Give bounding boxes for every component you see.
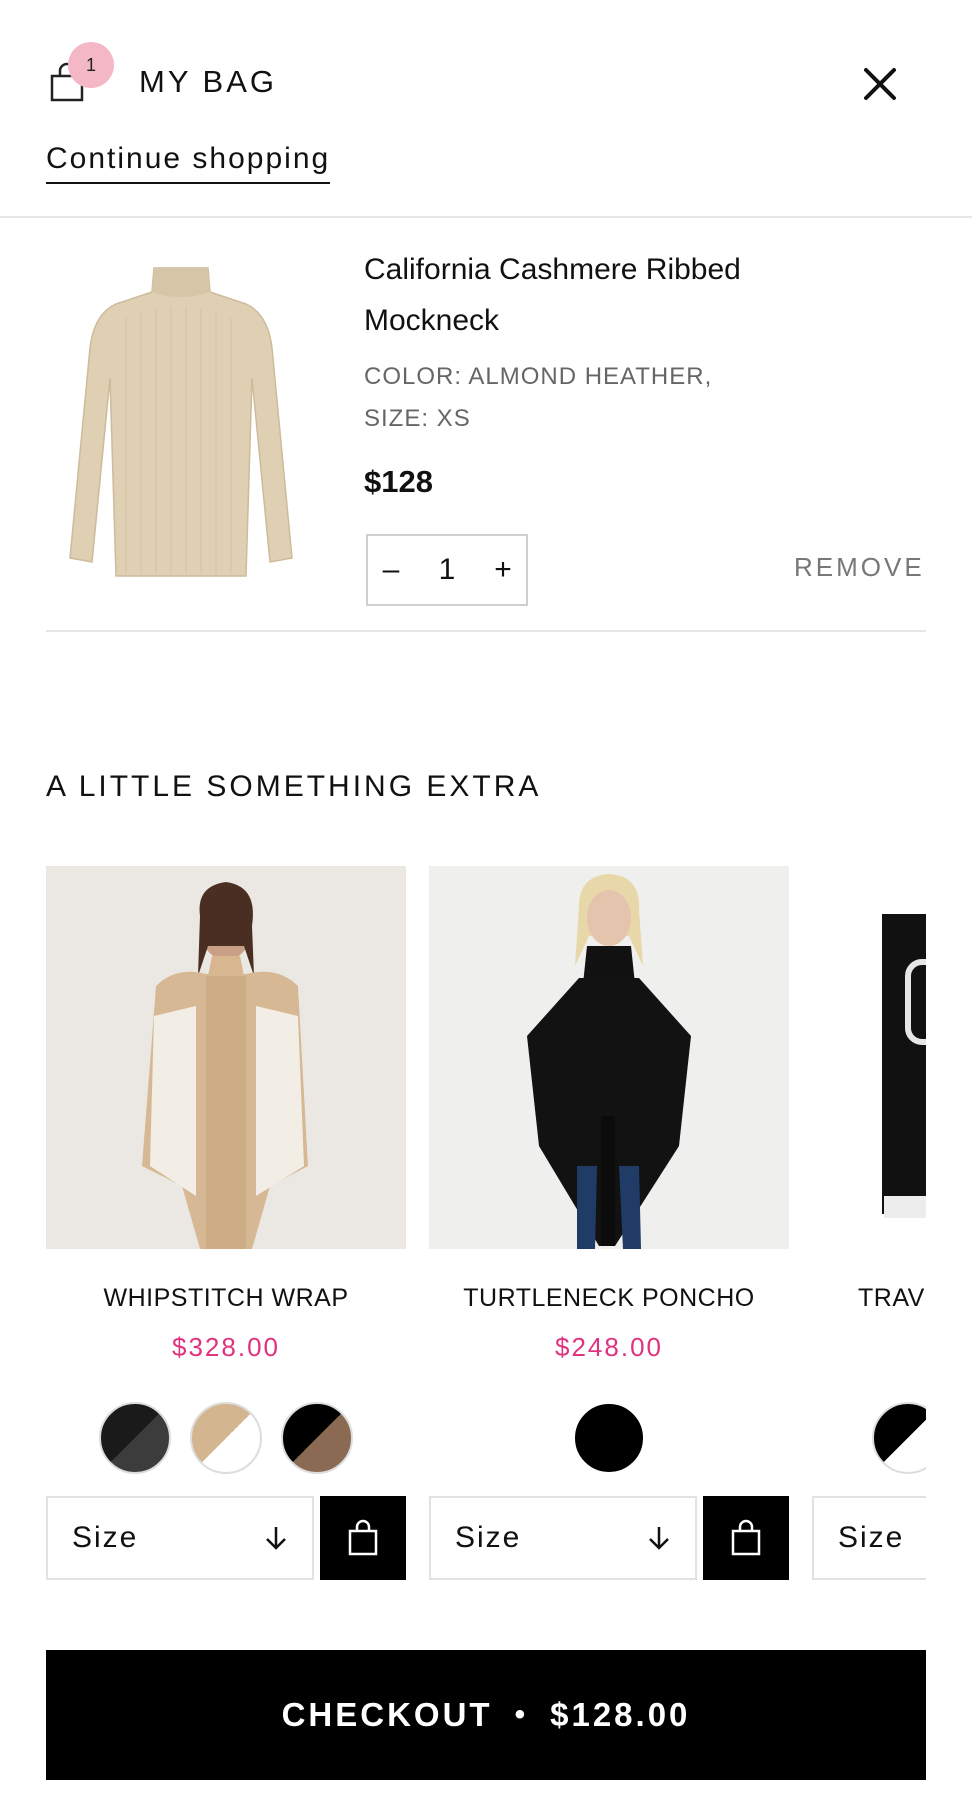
color-swatches (429, 1402, 789, 1474)
cart-item-name[interactable]: California Cashmere Ribbed Mockneck (364, 244, 884, 346)
swatch-black[interactable] (573, 1402, 645, 1474)
cart-item-color: COLOR: ALMOND HEATHER, (364, 363, 713, 390)
cart-item-size: SIZE: XS (364, 405, 471, 432)
decrease-quantity-button[interactable]: – (368, 536, 414, 604)
upsell-carousel[interactable]: WHIPSTITCH WRAP $328.00 Size TURTLENECK … (46, 866, 926, 1586)
add-to-bag-button[interactable] (320, 1496, 406, 1580)
checkout-total: $128.00 (550, 1696, 691, 1733)
close-icon[interactable] (858, 62, 902, 106)
arrow-down-icon (266, 1527, 286, 1550)
swatch-camel-white[interactable] (190, 1402, 262, 1474)
size-select-label: Size (72, 1521, 139, 1554)
size-select[interactable]: Size (429, 1496, 697, 1580)
size-select[interactable]: Size (46, 1496, 314, 1580)
product-price: $328.00 (172, 1332, 280, 1362)
mockneck-sweater-image[interactable] (46, 258, 316, 578)
shopping-bag-icon (731, 1519, 761, 1556)
cart-item: California Cashmere Ribbed Mockneck COLO… (46, 236, 926, 632)
remove-item-button[interactable]: REMOVE (794, 552, 925, 583)
size-select-label: Size (838, 1521, 905, 1554)
swatch-black-charcoal[interactable] (99, 1402, 171, 1474)
continue-shopping-link[interactable]: Continue shopping (46, 142, 331, 184)
color-swatches (812, 1402, 926, 1474)
size-select[interactable]: Size (812, 1496, 926, 1580)
swatch-black-white[interactable] (872, 1402, 926, 1474)
product-card: WHIPSTITCH WRAP $328.00 Size (46, 866, 406, 1586)
swatch-black-brown[interactable] (281, 1402, 353, 1474)
whipstitch-wrap-image[interactable] (46, 866, 406, 1249)
product-card: TRAV Size (812, 866, 926, 1586)
product-card: TURTLENECK PONCHO $248.00 Size (429, 866, 789, 1586)
cart-count-badge: 1 (68, 42, 114, 88)
product-name[interactable]: TURTLENECK PONCHO (429, 1284, 789, 1313)
checkout-button[interactable]: CHECKOUT • $128.00 (46, 1650, 926, 1780)
product-price: $248.00 (555, 1332, 663, 1362)
product-name[interactable]: WHIPSTITCH WRAP (46, 1284, 406, 1313)
checkout-separator: • (514, 1698, 529, 1731)
page-title: MY BAG (139, 64, 278, 99)
color-swatches (46, 1402, 406, 1474)
bag-header: 1 MY BAG Continue shopping (0, 0, 972, 218)
cart-item-price: $128 (364, 464, 433, 499)
product-name[interactable]: TRAV (812, 1284, 926, 1313)
arrow-down-icon (649, 1527, 669, 1550)
add-to-bag-button[interactable] (703, 1496, 789, 1580)
travel-wrap-image[interactable] (812, 866, 926, 1249)
quantity-value: 1 (438, 553, 456, 586)
checkout-label: CHECKOUT (281, 1696, 493, 1733)
quantity-stepper: – 1 + (366, 534, 528, 606)
increase-quantity-button[interactable]: + (480, 536, 526, 604)
turtleneck-poncho-image[interactable] (429, 866, 789, 1249)
size-select-label: Size (455, 1521, 522, 1554)
shopping-bag-icon (348, 1519, 378, 1556)
upsell-section-title: A LITTLE SOMETHING EXTRA (46, 770, 542, 803)
cart-item-options: COLOR: ALMOND HEATHER, SIZE: XS (364, 356, 884, 440)
